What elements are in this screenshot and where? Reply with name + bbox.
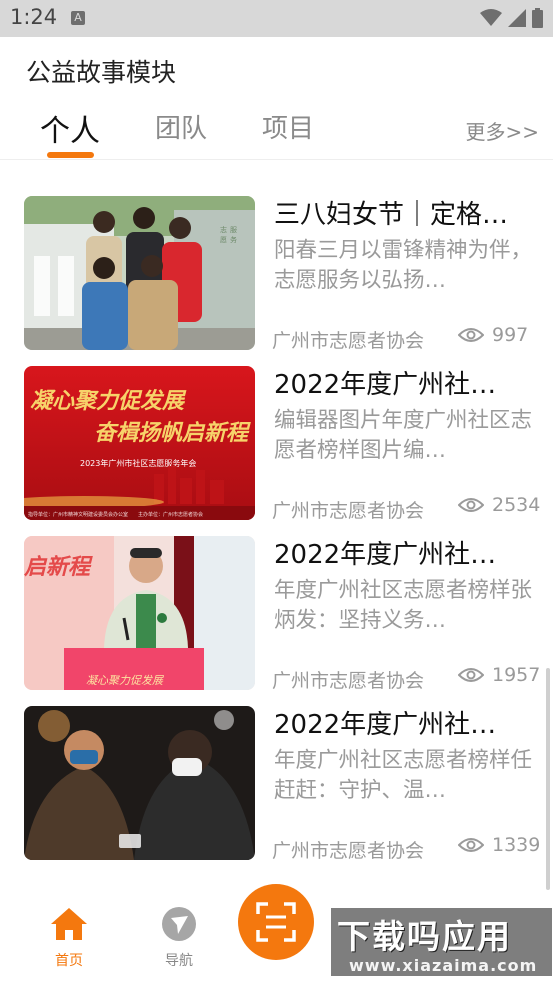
signal-icon bbox=[508, 9, 526, 27]
tab-project[interactable]: 项目 bbox=[262, 108, 314, 145]
story-source: 广州市志愿者协会 bbox=[272, 500, 425, 522]
stage-backdrop-text: 启新程 bbox=[24, 554, 93, 580]
watermark-url: www.xiazaima.com bbox=[349, 956, 538, 975]
status-icons bbox=[480, 8, 543, 28]
bottom-nav: 首页 导航 下载吗应用 www.xiazaima.com bbox=[0, 884, 553, 984]
eye-icon bbox=[458, 838, 484, 852]
view-count-value: 997 bbox=[492, 324, 529, 346]
story-summary: 编辑器图片年度广州社区志愿者榜样图片编… bbox=[274, 408, 533, 463]
compass-icon bbox=[162, 907, 196, 941]
eye-icon bbox=[458, 498, 484, 512]
view-count: 2534 bbox=[458, 494, 540, 516]
story-thumbnail bbox=[24, 706, 255, 860]
story-card[interactable]: 凝心聚力促发展 奋楫扬帆启新程 2023年广州市社区志愿服务年会 指导单位：广州… bbox=[24, 352, 540, 522]
story-title: 2022年度广州社… bbox=[274, 710, 497, 740]
story-source: 广州市志愿者协会 bbox=[272, 330, 425, 352]
wifi-icon bbox=[480, 9, 502, 26]
eye-icon bbox=[458, 328, 484, 342]
story-title: 2022年度广州社… bbox=[274, 540, 497, 570]
story-summary: 年度广州社区志愿者榜样任赶赶：守护、温… bbox=[274, 748, 533, 803]
story-card[interactable]: 启新程 凝心聚力促发展 2022年度广州社… 年度广州社区志愿者榜样张炳发：坚持… bbox=[24, 522, 540, 692]
scan-button[interactable] bbox=[238, 884, 314, 960]
banner-title-1: 凝心聚力促发展 bbox=[30, 388, 187, 414]
notification-icon: A bbox=[71, 11, 85, 25]
tab-team[interactable]: 团队 bbox=[155, 108, 207, 145]
banner-title-2: 奋楫扬帆启新程 bbox=[94, 420, 251, 446]
battery-icon bbox=[532, 8, 543, 28]
view-count-value: 2534 bbox=[492, 494, 541, 516]
more-link[interactable]: 更多>> bbox=[465, 116, 539, 145]
eye-icon bbox=[458, 668, 484, 682]
watermark-title: 下载吗应用 bbox=[337, 917, 512, 956]
nav-guide[interactable]: 导航 bbox=[144, 906, 214, 970]
svg-text:服: 服 bbox=[230, 226, 237, 234]
watermark-logo: 下载吗应用 www.xiazaima.com bbox=[331, 908, 552, 976]
story-source: 广州市志愿者协会 bbox=[272, 840, 425, 862]
svg-text:愿: 愿 bbox=[220, 236, 227, 244]
story-source: 广州市志愿者协会 bbox=[272, 670, 425, 692]
view-count: 997 bbox=[458, 324, 528, 346]
view-count-value: 1339 bbox=[492, 834, 541, 856]
view-count: 1957 bbox=[458, 664, 540, 686]
category-tabs: 个人 团队 项目 更多>> bbox=[0, 100, 553, 160]
scan-icon bbox=[256, 902, 296, 942]
nav-home[interactable]: 首页 bbox=[34, 906, 104, 970]
home-icon bbox=[51, 908, 87, 940]
page-title: 公益故事模块 bbox=[26, 58, 177, 87]
story-summary: 阳春三月以雷锋精神为伴，志愿服务以弘扬… bbox=[274, 238, 533, 293]
story-card[interactable]: 志愿服务 三八妇女节｜定格… 阳春三月以雷锋精神为伴，志愿服务以弘扬… 广州市志… bbox=[24, 182, 534, 352]
story-title: 三八妇女节｜定格… bbox=[274, 200, 509, 230]
nav-home-label: 首页 bbox=[55, 953, 83, 969]
story-card[interactable]: 2022年度广州社… 年度广州社区志愿者榜样任赶赶：守护、温… 广州市志愿者协会… bbox=[24, 692, 540, 862]
svg-text:志: 志 bbox=[220, 225, 227, 234]
status-bar: 1:24 A bbox=[0, 0, 553, 37]
tab-individual[interactable]: 个人 bbox=[40, 106, 100, 150]
banner-subtitle: 2023年广州市社区志愿服务年会 bbox=[80, 458, 196, 468]
story-summary: 年度广州社区志愿者榜样张炳发：坚持义务… bbox=[274, 578, 533, 633]
podium-text: 凝心聚力促发展 bbox=[86, 674, 164, 687]
svg-text:务: 务 bbox=[230, 235, 237, 244]
scrollbar[interactable] bbox=[546, 668, 550, 890]
story-thumbnail: 启新程 凝心聚力促发展 bbox=[24, 536, 255, 690]
banner-footer: 指导单位：广州市精神文明建设委员会办公室 主办单位：广州市志愿者协会 bbox=[28, 511, 203, 518]
nav-guide-label: 导航 bbox=[165, 953, 193, 969]
story-thumbnail: 志愿服务 bbox=[24, 196, 255, 350]
active-tab-indicator bbox=[47, 152, 94, 158]
view-count: 1339 bbox=[458, 834, 540, 856]
status-time: 1:24 bbox=[10, 5, 58, 29]
story-title: 2022年度广州社… bbox=[274, 370, 497, 400]
view-count-value: 1957 bbox=[492, 664, 541, 686]
story-thumbnail: 凝心聚力促发展 奋楫扬帆启新程 2023年广州市社区志愿服务年会 指导单位：广州… bbox=[24, 366, 255, 520]
